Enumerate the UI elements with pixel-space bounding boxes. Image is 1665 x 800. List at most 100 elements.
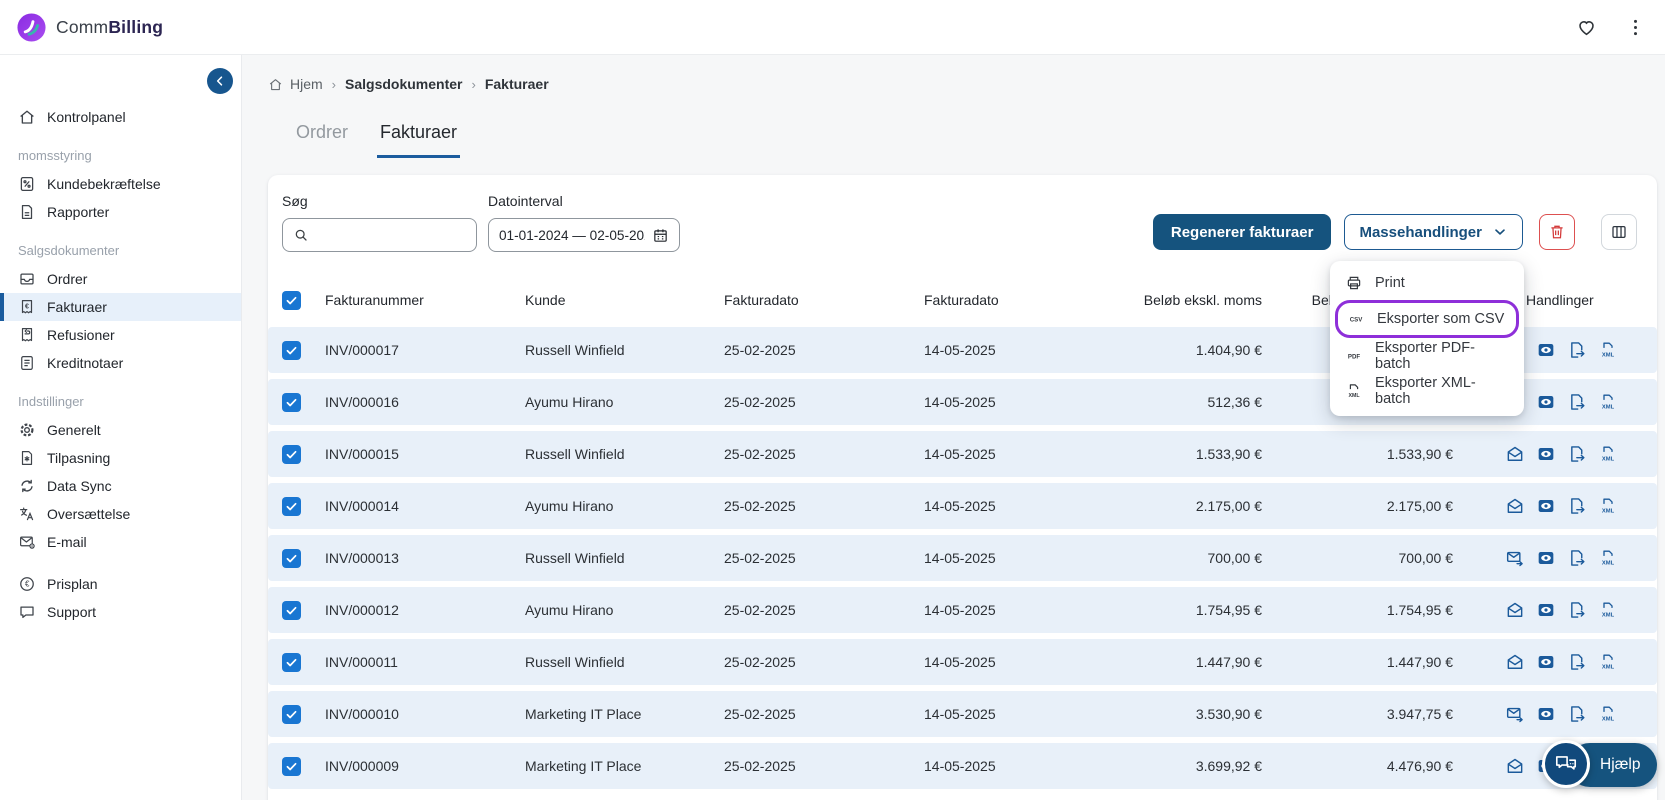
row-checkbox[interactable] (282, 392, 301, 412)
menu-item-print[interactable]: Print (1330, 265, 1524, 300)
envelope-open-icon[interactable] (1505, 652, 1525, 672)
gear-icon (18, 421, 36, 439)
cell-invoice-date-2: 14-05-2025 (924, 550, 996, 566)
sidebar-item-fakturaer[interactable]: € Fakturaer (0, 293, 241, 321)
overflow-menu-button[interactable] (1623, 15, 1647, 39)
sidebar-item-rapporter[interactable]: Rapporter (0, 198, 241, 226)
export-file-icon[interactable] (1567, 340, 1587, 360)
menu-item-eksporter-som-csv[interactable]: CSV Eksporter som CSV (1335, 300, 1519, 338)
row-checkbox[interactable] (282, 600, 301, 620)
table-row-inv-000012[interactable]: INV/000012 Ayumu Hirano 25-02-2025 14-05-20… (268, 587, 1657, 633)
breadcrumb-item-hjem[interactable]: Hjem (268, 76, 323, 92)
view-icon[interactable] (1536, 496, 1556, 516)
date-range-input[interactable]: 01-01-2024 — 02-05-202 (488, 218, 680, 252)
sidebar-item-data-sync[interactable]: Data Sync (0, 472, 241, 500)
table-row-inv-000011[interactable]: INV/000011 Russell Winfield 25-02-2025 14-0… (268, 639, 1657, 685)
row-checkbox-cell (282, 704, 325, 724)
chat-bubbles-icon (1553, 751, 1579, 777)
row-checkbox[interactable] (282, 548, 301, 568)
cell-invoice-date-2: 14-05-2025 (924, 342, 996, 358)
sidebar-item-kreditnotaer[interactable]: Kreditnotaer (0, 349, 241, 377)
cell-invoice-number: INV/000010 (325, 706, 399, 722)
sidebar-item-kundebekraeftelse[interactable]: Kundebekræftelse (0, 170, 241, 198)
view-icon[interactable] (1536, 652, 1556, 672)
xml-file-icon[interactable]: XML (1598, 548, 1618, 568)
export-file-icon[interactable] (1567, 600, 1587, 620)
menu-item-eksporter-xml-batch[interactable]: XML Eksporter XML-batch (1330, 373, 1524, 408)
regenerate-invoices-button[interactable]: Regenerer fakturaer (1152, 214, 1332, 250)
envelope-open-icon[interactable] (1505, 496, 1525, 516)
sidebar-item-generelt[interactable]: Generelt (0, 416, 241, 444)
table-row-inv-000013[interactable]: INV/000013 Russell Winfield 25-02-2025 14-0… (268, 535, 1657, 581)
search-input[interactable] (316, 227, 466, 243)
help-chat-circle[interactable] (1542, 740, 1590, 788)
row-checkbox[interactable] (282, 704, 301, 724)
breadcrumb-item-salgsdokumenter[interactable]: Salgsdokumenter (345, 76, 462, 92)
cell-amount-incl-vat: 1.447,90 € (1386, 654, 1453, 670)
select-all-checkbox[interactable] (282, 290, 301, 310)
row-checkbox[interactable] (282, 756, 301, 776)
table-row-inv-000009[interactable]: INV/000009 Marketing IT Place 25-02-2025 14… (268, 743, 1657, 789)
row-checkbox[interactable] (282, 444, 301, 464)
view-icon[interactable] (1536, 704, 1556, 724)
xml-file-icon[interactable]: XML (1598, 340, 1618, 360)
sidebar-item-tilpasning[interactable]: Tilpasning (0, 444, 241, 472)
cell-invoice-number: INV/000015 (325, 446, 399, 462)
xml-file-icon[interactable]: XML (1598, 704, 1618, 724)
help-widget[interactable]: Hjælp (1542, 740, 1665, 796)
export-file-icon[interactable] (1567, 392, 1587, 412)
chevron-down-icon (1492, 224, 1508, 240)
envelope-send-icon[interactable] (1505, 548, 1525, 568)
export-file-icon[interactable] (1567, 548, 1587, 568)
view-icon[interactable] (1536, 392, 1556, 412)
row-checkbox[interactable] (282, 340, 301, 360)
tab-ordrer[interactable]: Ordrer (293, 122, 351, 158)
envelope-send-icon[interactable] (1505, 704, 1525, 724)
envelope-open-icon[interactable] (1505, 756, 1525, 776)
svg-text:XML: XML (1602, 717, 1615, 723)
app-logo[interactable]: CommBilling (16, 12, 163, 43)
sidebar-item-label: Ordrer (47, 271, 88, 287)
tab-fakturaer[interactable]: Fakturaer (377, 122, 461, 158)
check-icon (285, 500, 298, 513)
table-row-inv-000010[interactable]: INV/000010 Marketing IT Place 25-02-2025 14… (268, 691, 1657, 737)
view-icon[interactable] (1536, 444, 1556, 464)
cell-amount-incl-vat: 1.754,95 € (1386, 602, 1453, 618)
table-row-inv-000014[interactable]: INV/000014 Ayumu Hirano 25-02-2025 14-05-20… (268, 483, 1657, 529)
sidebar-item-oversaettelse[interactable]: Oversættelse (0, 500, 241, 528)
view-icon[interactable] (1536, 340, 1556, 360)
row-checkbox[interactable] (282, 496, 301, 516)
sidebar-item-e-mail[interactable]: E-mail (0, 528, 241, 556)
bulk-actions-button[interactable]: Massehandlinger (1344, 214, 1523, 250)
row-actions: XML (1453, 548, 1643, 568)
row-checkbox[interactable] (282, 652, 301, 672)
sidebar-item-ordrer[interactable]: Ordrer (0, 265, 241, 293)
sidebar-item-prisplan[interactable]: € Prisplan (0, 570, 241, 598)
envelope-open-icon[interactable] (1505, 600, 1525, 620)
xml-file-icon[interactable]: XML (1598, 496, 1618, 516)
xml-file-icon[interactable]: XML (1598, 652, 1618, 672)
sidebar-item-kontrolpanel[interactable]: Kontrolpanel (0, 103, 241, 131)
column-settings-button[interactable] (1601, 214, 1637, 250)
delete-selected-button[interactable] (1539, 214, 1575, 250)
xml-file-icon[interactable]: XML (1598, 444, 1618, 464)
favorites-button[interactable] (1574, 15, 1598, 39)
envelope-open-icon[interactable] (1505, 444, 1525, 464)
export-file-icon[interactable] (1567, 444, 1587, 464)
xml-file-icon[interactable]: XML (1598, 600, 1618, 620)
sidebar-item-support[interactable]: Support (0, 598, 241, 626)
view-icon[interactable] (1536, 600, 1556, 620)
breadcrumb-item-fakturaer[interactable]: Fakturaer (485, 76, 549, 92)
export-file-icon[interactable] (1567, 652, 1587, 672)
xml-file-icon[interactable]: XML (1598, 392, 1618, 412)
sidebar-collapse-button[interactable] (207, 68, 233, 94)
export-file-icon[interactable] (1567, 496, 1587, 516)
view-icon[interactable] (1536, 548, 1556, 568)
sidebar-section-indstillinger: Indstillinger (18, 394, 84, 409)
search-input-box[interactable] (282, 218, 477, 252)
menu-item-eksporter-pdf-batch[interactable]: PDF Eksporter PDF-batch (1330, 338, 1524, 373)
table-row-inv-000015[interactable]: INV/000015 Russell Winfield 25-02-2025 14-0… (268, 431, 1657, 477)
cell-customer: Ayumu Hirano (525, 602, 614, 618)
sidebar-item-refusioner[interactable]: Refusioner (0, 321, 241, 349)
export-file-icon[interactable] (1567, 704, 1587, 724)
